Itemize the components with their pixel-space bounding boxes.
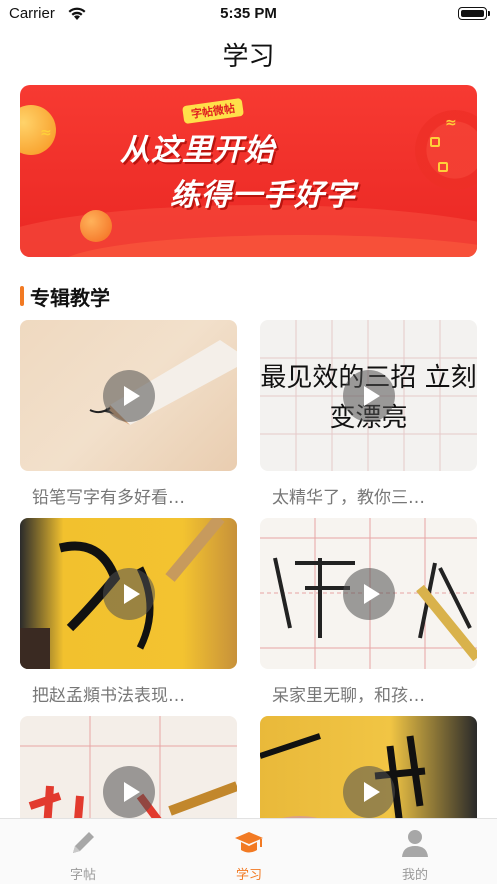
video-thumbnail[interactable]: 最见效的三招 立刻变漂亮 — [260, 320, 477, 471]
banner-headline: 从这里开始 — [120, 133, 275, 168]
video-card[interactable] — [20, 716, 237, 818]
video-thumbnail[interactable] — [20, 320, 237, 471]
tab-profile[interactable]: 我的 — [332, 819, 497, 884]
play-icon[interactable] — [102, 765, 155, 818]
section-accent-bar — [20, 286, 24, 306]
video-card[interactable]: 呆家里无聊，和孩… — [260, 518, 477, 706]
section-title: 专辑教学 — [30, 286, 110, 310]
play-icon[interactable] — [102, 567, 155, 620]
play-icon[interactable] — [102, 369, 155, 422]
tab-label: 字帖 — [69, 868, 96, 883]
clock: 5:35 PM — [220, 5, 277, 22]
battery-icon — [458, 7, 490, 20]
video-title[interactable]: 铅笔写字有多好看… — [20, 483, 237, 508]
promo-banner[interactable]: ≈ ≈ 字帖微帖 从这里开始 练得一手好字 — [20, 85, 477, 257]
status-bar: Carrier 5:35 PM — [0, 0, 497, 28]
play-icon[interactable] — [342, 765, 395, 818]
video-card[interactable]: 铅笔写字有多好看… — [20, 320, 237, 508]
page-title: 学习 — [222, 42, 275, 72]
video-title[interactable]: 把赵孟頫书法表现… — [20, 681, 237, 706]
video-card[interactable] — [260, 716, 477, 818]
video-thumbnail[interactable] — [20, 518, 237, 669]
pencil-icon — [73, 832, 94, 853]
video-title[interactable]: 呆家里无聊，和孩… — [260, 681, 477, 706]
tab-label: 学习 — [235, 868, 262, 883]
user-icon — [402, 830, 428, 857]
video-thumbnail[interactable] — [260, 518, 477, 669]
play-icon[interactable] — [342, 369, 395, 422]
tab-label: 我的 — [401, 868, 428, 883]
video-title[interactable]: 太精华了，教你三… — [260, 483, 477, 508]
video-grid: 铅笔写字有多好看… 最见效的三招 立刻变漂亮 太精华了，教你三… — [0, 320, 497, 818]
video-card[interactable]: 最见效的三招 立刻变漂亮 太精华了，教你三… — [260, 320, 477, 508]
video-card[interactable]: 把赵孟頫书法表现… — [20, 518, 237, 706]
tab-bar: 字帖 学习 我的 — [0, 818, 497, 884]
video-thumbnail[interactable] — [20, 716, 237, 818]
banner-subheadline: 练得一手好字 — [170, 178, 356, 213]
tab-study[interactable]: 学习 — [166, 819, 332, 884]
graduation-cap-icon — [235, 832, 263, 853]
tab-copybook[interactable]: 字帖 — [0, 819, 166, 884]
video-thumbnail[interactable] — [260, 716, 477, 818]
play-icon[interactable] — [342, 567, 395, 620]
banner-tag: 字帖微帖 — [182, 97, 244, 125]
decor-ball — [80, 210, 112, 242]
